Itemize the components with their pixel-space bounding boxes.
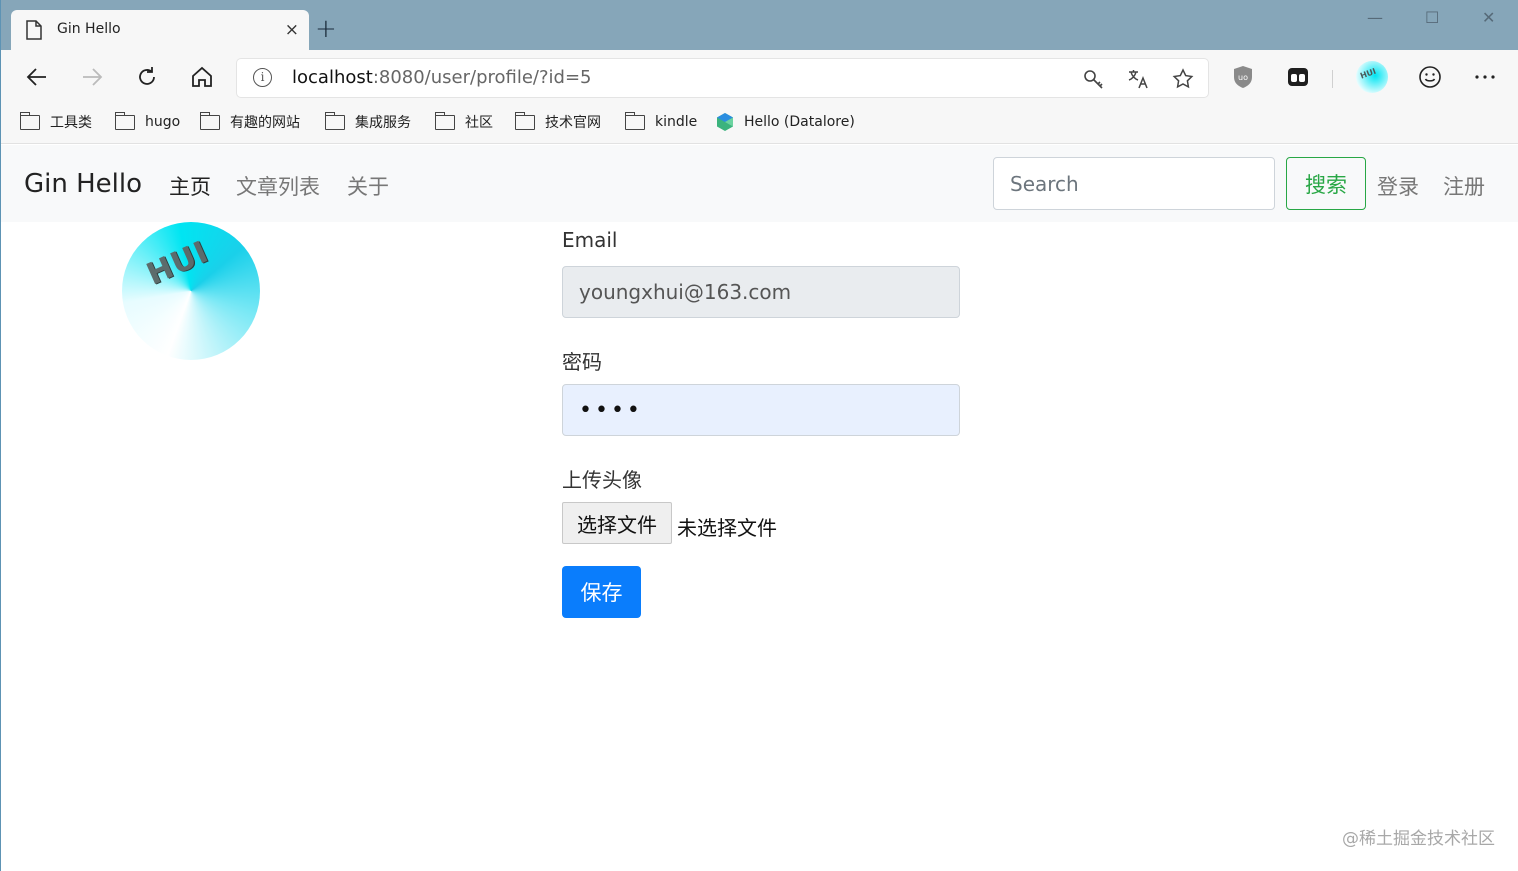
bookmarks-bar: 工具类 hugo 有趣的网站 集成服务 社区 技术官网 kindle Hello…	[1, 104, 1518, 144]
bookmark-link[interactable]: Hello (Datalore)	[715, 112, 855, 132]
password-field[interactable]: ••••	[562, 384, 960, 436]
email-field[interactable]: youngxhui@163.com	[562, 266, 960, 318]
email-label: Email	[562, 228, 618, 252]
new-tab-button[interactable]: +	[315, 16, 337, 42]
search-button[interactable]: 搜索	[1286, 157, 1366, 210]
nav-link-articles[interactable]: 文章列表	[236, 171, 320, 201]
forward-button[interactable]	[77, 62, 107, 92]
save-button[interactable]: 保存	[562, 566, 641, 618]
bookmark-folder[interactable]: 集成服务	[324, 111, 411, 132]
extension-icon[interactable]	[1285, 64, 1311, 90]
folder-icon	[19, 111, 40, 130]
avatar: HUI	[122, 222, 260, 360]
minimize-button[interactable]: —	[1367, 8, 1383, 27]
key-icon[interactable]	[1081, 67, 1105, 91]
close-window-button[interactable]: ✕	[1482, 8, 1495, 27]
profile-avatar-icon[interactable]: HUI	[1355, 60, 1389, 94]
avatar-text: HUI	[141, 234, 215, 293]
maximize-button[interactable]: ☐	[1425, 8, 1439, 27]
bookmark-folder[interactable]: kindle	[624, 111, 697, 132]
folder-icon	[624, 111, 645, 130]
refresh-button[interactable]	[132, 62, 162, 92]
feedback-smiley-icon[interactable]	[1417, 64, 1443, 90]
login-link[interactable]: 登录	[1377, 171, 1419, 201]
bookmark-folder[interactable]: 社区	[434, 111, 493, 132]
folder-icon	[434, 111, 455, 130]
translate-icon[interactable]	[1126, 67, 1150, 91]
choose-file-button[interactable]: 选择文件	[562, 502, 672, 544]
folder-icon	[324, 111, 345, 130]
ublock-extension-icon[interactable]: uo	[1230, 64, 1256, 90]
nav-link-home[interactable]: 主页	[169, 171, 211, 201]
tab-close-icon[interactable]: ×	[285, 22, 299, 39]
nav-link-about[interactable]: 关于	[347, 171, 389, 201]
watermark: @稀土掘金技术社区	[1342, 829, 1495, 849]
page-icon	[26, 20, 42, 40]
brand-link[interactable]: Gin Hello	[24, 169, 142, 199]
folder-icon	[199, 111, 220, 130]
search-input[interactable]: Search	[993, 157, 1275, 210]
svg-text:uo: uo	[1238, 73, 1248, 82]
url-text: localhost:8080/user/profile/?id=5	[292, 67, 592, 88]
site-info-icon[interactable]: i	[253, 68, 272, 87]
datalore-icon	[717, 113, 733, 131]
tab-strip: Gin Hello × + — ☐ ✕	[1, 0, 1518, 50]
folder-icon	[514, 111, 535, 130]
register-link[interactable]: 注册	[1443, 171, 1485, 201]
password-label: 密码	[562, 350, 602, 374]
bookmark-folder[interactable]: 技术官网	[514, 111, 601, 132]
address-bar[interactable]: i localhost:8080/user/profile/?id=5	[237, 59, 1208, 97]
more-menu-icon[interactable]	[1472, 64, 1498, 90]
refresh-icon	[139, 67, 155, 85]
browser-window: Gin Hello × + — ☐ ✕ i localhost:8080/use…	[0, 0, 1518, 871]
favorite-star-icon[interactable]	[1171, 67, 1195, 91]
bookmark-folder[interactable]: hugo	[114, 111, 180, 132]
page-content: Gin Hello 主页 文章列表 关于 Search 搜索 登录 注册 HUI…	[1, 145, 1518, 871]
forward-arrow-icon	[83, 68, 103, 86]
file-status-text: 未选择文件	[677, 516, 777, 540]
site-navbar: Gin Hello 主页 文章列表 关于 Search 搜索 登录 注册	[1, 145, 1518, 222]
folder-icon	[114, 111, 135, 130]
home-button[interactable]	[187, 62, 217, 92]
tab-title: Gin Hello	[57, 21, 121, 37]
back-arrow-icon	[26, 68, 46, 86]
browser-toolbar: i localhost:8080/user/profile/?id=5 uo H…	[1, 50, 1518, 104]
toolbar-divider	[1332, 70, 1333, 88]
bookmark-folder[interactable]: 工具类	[19, 111, 92, 132]
back-button[interactable]	[22, 62, 52, 92]
browser-tab[interactable]: Gin Hello ×	[11, 10, 309, 50]
avatar-upload-label: 上传头像	[562, 468, 642, 492]
home-icon	[192, 66, 212, 87]
bookmark-folder[interactable]: 有趣的网站	[199, 111, 300, 132]
